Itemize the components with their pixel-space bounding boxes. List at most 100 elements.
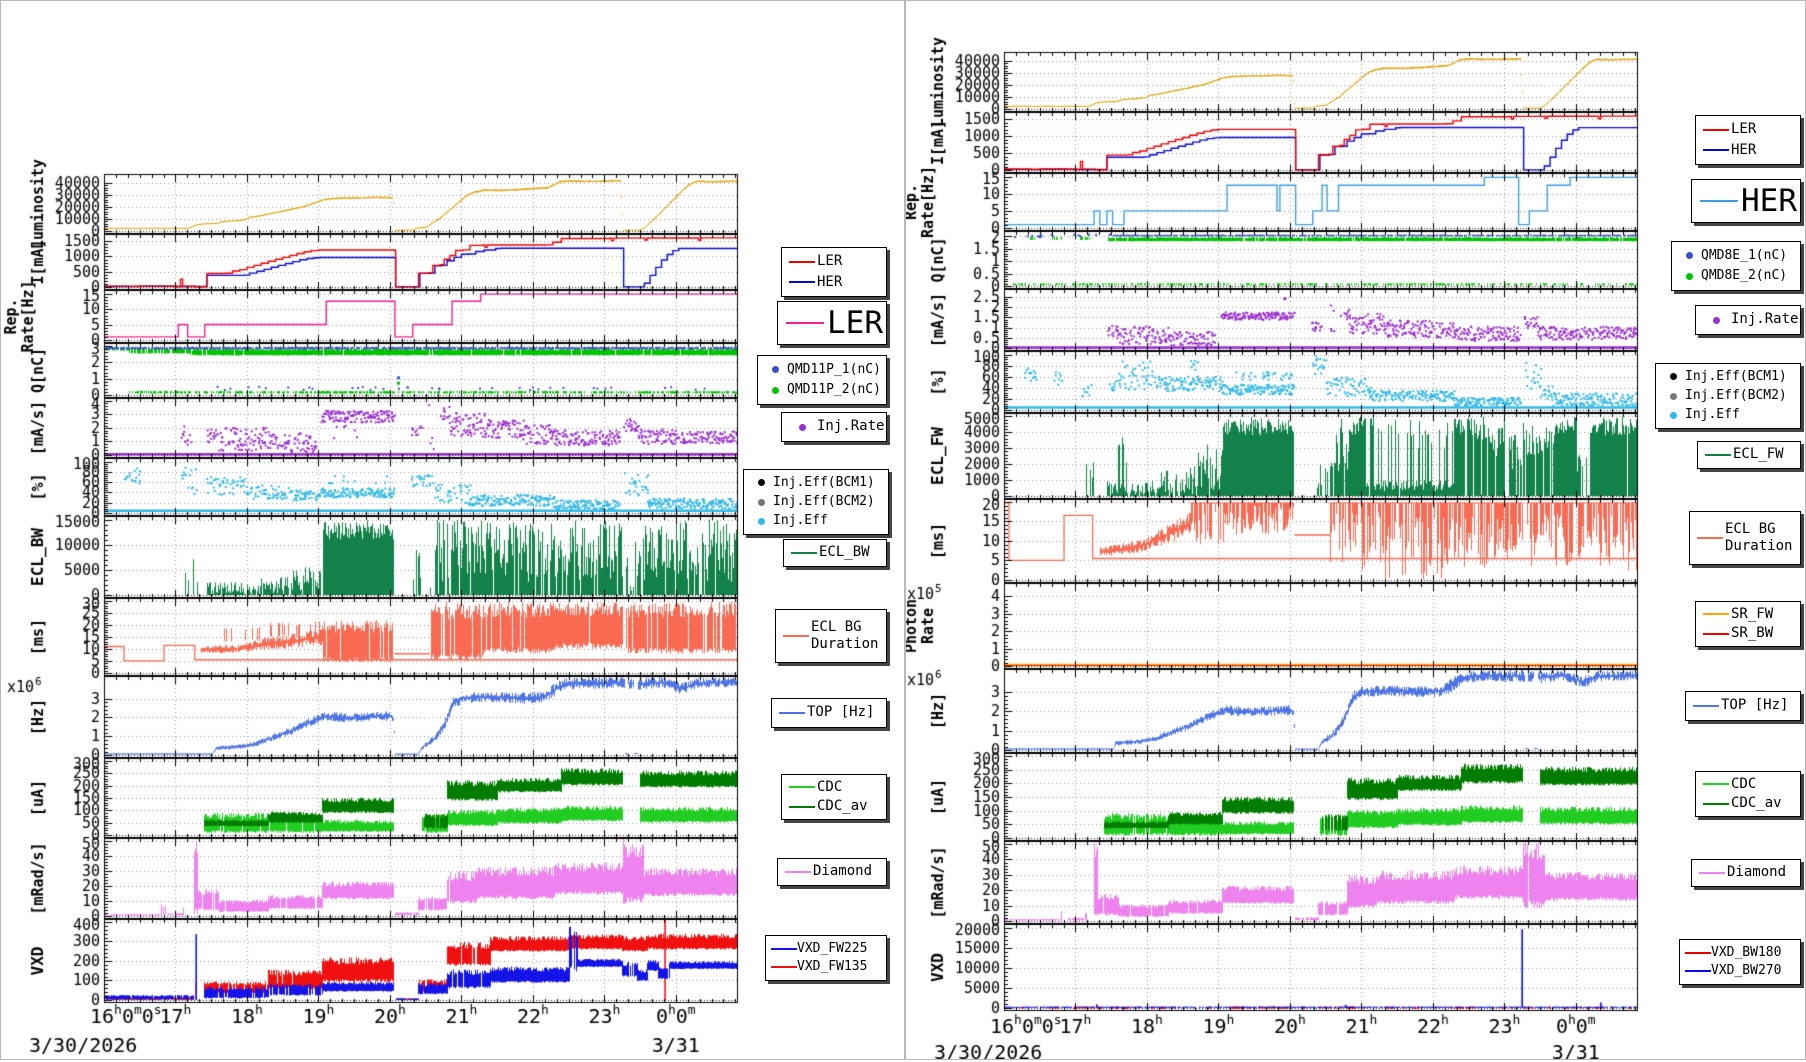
legend-label: CDC_av: [1731, 795, 1782, 813]
legend-item: QMD11P_1(nC): [763, 362, 881, 378]
legend-label: QMD11P_2(nC): [787, 382, 881, 398]
legend-item: TOP [Hz]: [1691, 697, 1795, 715]
legend-item: HER: [787, 274, 881, 292]
legend-diamond: Diamond: [777, 858, 887, 886]
series-line-swatch-icon: [1701, 803, 1731, 805]
legend-item: ECL_FW: [1703, 446, 1795, 464]
series-line-swatch-icon: [1697, 872, 1727, 874]
legend-item: LER: [783, 304, 881, 343]
legend-item: VXD_BW270: [1685, 963, 1795, 979]
legend-item: QMD8E_2(nC): [1677, 268, 1795, 284]
legend-ecl-bw: ECL_BW: [783, 539, 887, 567]
legend-item: ECL BGDuration: [781, 619, 881, 654]
series-dot-marker-icon: [1661, 373, 1685, 380]
legend-label: LER: [1731, 121, 1756, 139]
legend-inj-rate: Inj.Rate: [781, 412, 887, 442]
legend-label: Inj.Eff(BCM1): [1685, 369, 1787, 385]
legend-item: CDC: [1701, 776, 1795, 794]
series-line-swatch-icon: [1697, 200, 1741, 202]
series-dot-marker-icon: [749, 499, 773, 506]
legend-item: LER: [1701, 121, 1795, 139]
legend-label: ECL BGDuration: [811, 619, 878, 654]
legend-label: Inj.Eff(BCM2): [773, 494, 875, 510]
legend-label: Inj.Eff(BCM1): [773, 475, 875, 491]
series-line-swatch-icon: [783, 322, 827, 324]
legend-diamond: Diamond: [1691, 859, 1801, 887]
series-line-swatch-icon: [1695, 537, 1725, 539]
legend-item: Inj.Rate: [787, 418, 881, 436]
legend-item: ECL BGDuration: [1695, 521, 1795, 556]
legend-ring-her: HER: [1691, 179, 1801, 223]
series-line-swatch-icon: [1701, 783, 1731, 785]
legend-inj-eff: Inj.Eff(BCM1) Inj.Eff(BCM2) Inj.Eff: [1655, 363, 1801, 429]
legend-label: Diamond: [1727, 864, 1786, 882]
legend-sr: SR_FWSR_BW: [1695, 601, 1801, 647]
legend-label: Diamond: [813, 863, 872, 881]
legend-ler-her: LER HER: [781, 247, 887, 297]
legend-item: CDC_av: [1701, 795, 1795, 813]
legend-ring-ler: LER: [777, 301, 887, 345]
legend-label: Inj.Rate: [817, 418, 884, 436]
legend-item: Inj.Eff(BCM1): [1661, 369, 1795, 385]
legend-item: HER: [1701, 142, 1795, 160]
legend-label: SR_BW: [1731, 625, 1773, 643]
series-dot-marker-icon: [787, 424, 817, 431]
legend-label: LER: [817, 253, 842, 271]
ler-panel: LER HER LER QMD11P_1(nC) QMD11P_2(nC) Inj.Rat…: [0, 0, 905, 1060]
legend-item: Inj.Eff(BCM2): [749, 494, 883, 510]
legend-label: CDC_av: [817, 798, 868, 816]
legend-label: QMD8E_2(nC): [1701, 268, 1787, 284]
series-line-swatch-icon: [1701, 633, 1731, 635]
series-dot-marker-icon: [1677, 252, 1701, 259]
legend-ecl-fw: ECL_FW: [1697, 441, 1801, 469]
legend-item: QMD8E_1(nC): [1677, 248, 1795, 264]
series-line-swatch-icon: [1691, 705, 1721, 707]
series-dot-marker-icon: [1661, 393, 1685, 400]
legend-label: VXD_FW135: [797, 959, 867, 975]
series-line-swatch-icon: [787, 281, 817, 283]
legend-inj-eff: Inj.Eff(BCM1)Inj.Eff(BCM2)Inj.Eff: [743, 469, 889, 535]
legend-qmd8e: QMD8E_1(nC) QMD8E_2(nC): [1671, 241, 1801, 291]
legend-label: LER: [827, 304, 883, 343]
legend-ler-her: LER HER: [1695, 115, 1801, 165]
legend-item: Diamond: [1697, 864, 1795, 882]
series-dot-marker-icon: [1701, 317, 1731, 324]
legend-item: VXD_FW225: [771, 941, 881, 957]
legend-label: VXD_BW180: [1711, 945, 1781, 961]
legend-label: SR_FW: [1731, 606, 1773, 624]
legend-item: Inj.Rate: [1701, 311, 1795, 329]
legend-cdc: CDCCDC_av: [1695, 771, 1801, 817]
legend-item: QMD11P_2(nC): [763, 382, 881, 398]
series-line-swatch-icon: [787, 261, 817, 263]
series-line-swatch-icon: [1685, 952, 1711, 954]
legend-label: HER: [1731, 142, 1756, 160]
series-line-swatch-icon: [1703, 454, 1733, 456]
series-line-swatch-icon: [789, 552, 819, 554]
beam-monitor-screen: LER HER LER QMD11P_1(nC) QMD11P_2(nC) Inj.Rat…: [0, 0, 1806, 1062]
legend-item: LER: [787, 253, 881, 271]
series-line-swatch-icon: [787, 806, 817, 808]
series-line-swatch-icon: [781, 635, 811, 637]
legend-label: ECL BGDuration: [1725, 521, 1792, 556]
legend-label: Inj.Rate: [1731, 311, 1798, 329]
legend-label: TOP [Hz]: [807, 704, 874, 722]
legend-label: VXD_FW225: [797, 941, 867, 957]
legend-ecl-bg: ECL BGDuration: [1689, 511, 1801, 565]
series-line-swatch-icon: [1701, 149, 1731, 151]
legend-label: Inj.Eff: [1685, 407, 1740, 423]
legend-label: CDC: [1731, 776, 1756, 794]
legend-label: Inj.Eff(BCM2): [1685, 388, 1787, 404]
legend-item: Diamond: [783, 863, 881, 881]
series-line-swatch-icon: [771, 948, 797, 950]
legend-label: HER: [817, 274, 842, 292]
legend-item: VXD_FW135: [771, 959, 881, 975]
legend-item: SR_BW: [1701, 625, 1795, 643]
series-dot-marker-icon: [763, 387, 787, 394]
legend-item: CDC: [787, 779, 881, 797]
series-dot-marker-icon: [1677, 273, 1701, 280]
her-panel: LER HER HER QMD8E_1(nC) QMD8E_2(nC) Inj.Rate I…: [905, 0, 1806, 1060]
legend-item: Inj.Eff: [1661, 407, 1795, 423]
legend-item: Inj.Eff(BCM2): [1661, 388, 1795, 404]
series-dot-marker-icon: [749, 479, 773, 486]
series-line-swatch-icon: [777, 712, 807, 714]
